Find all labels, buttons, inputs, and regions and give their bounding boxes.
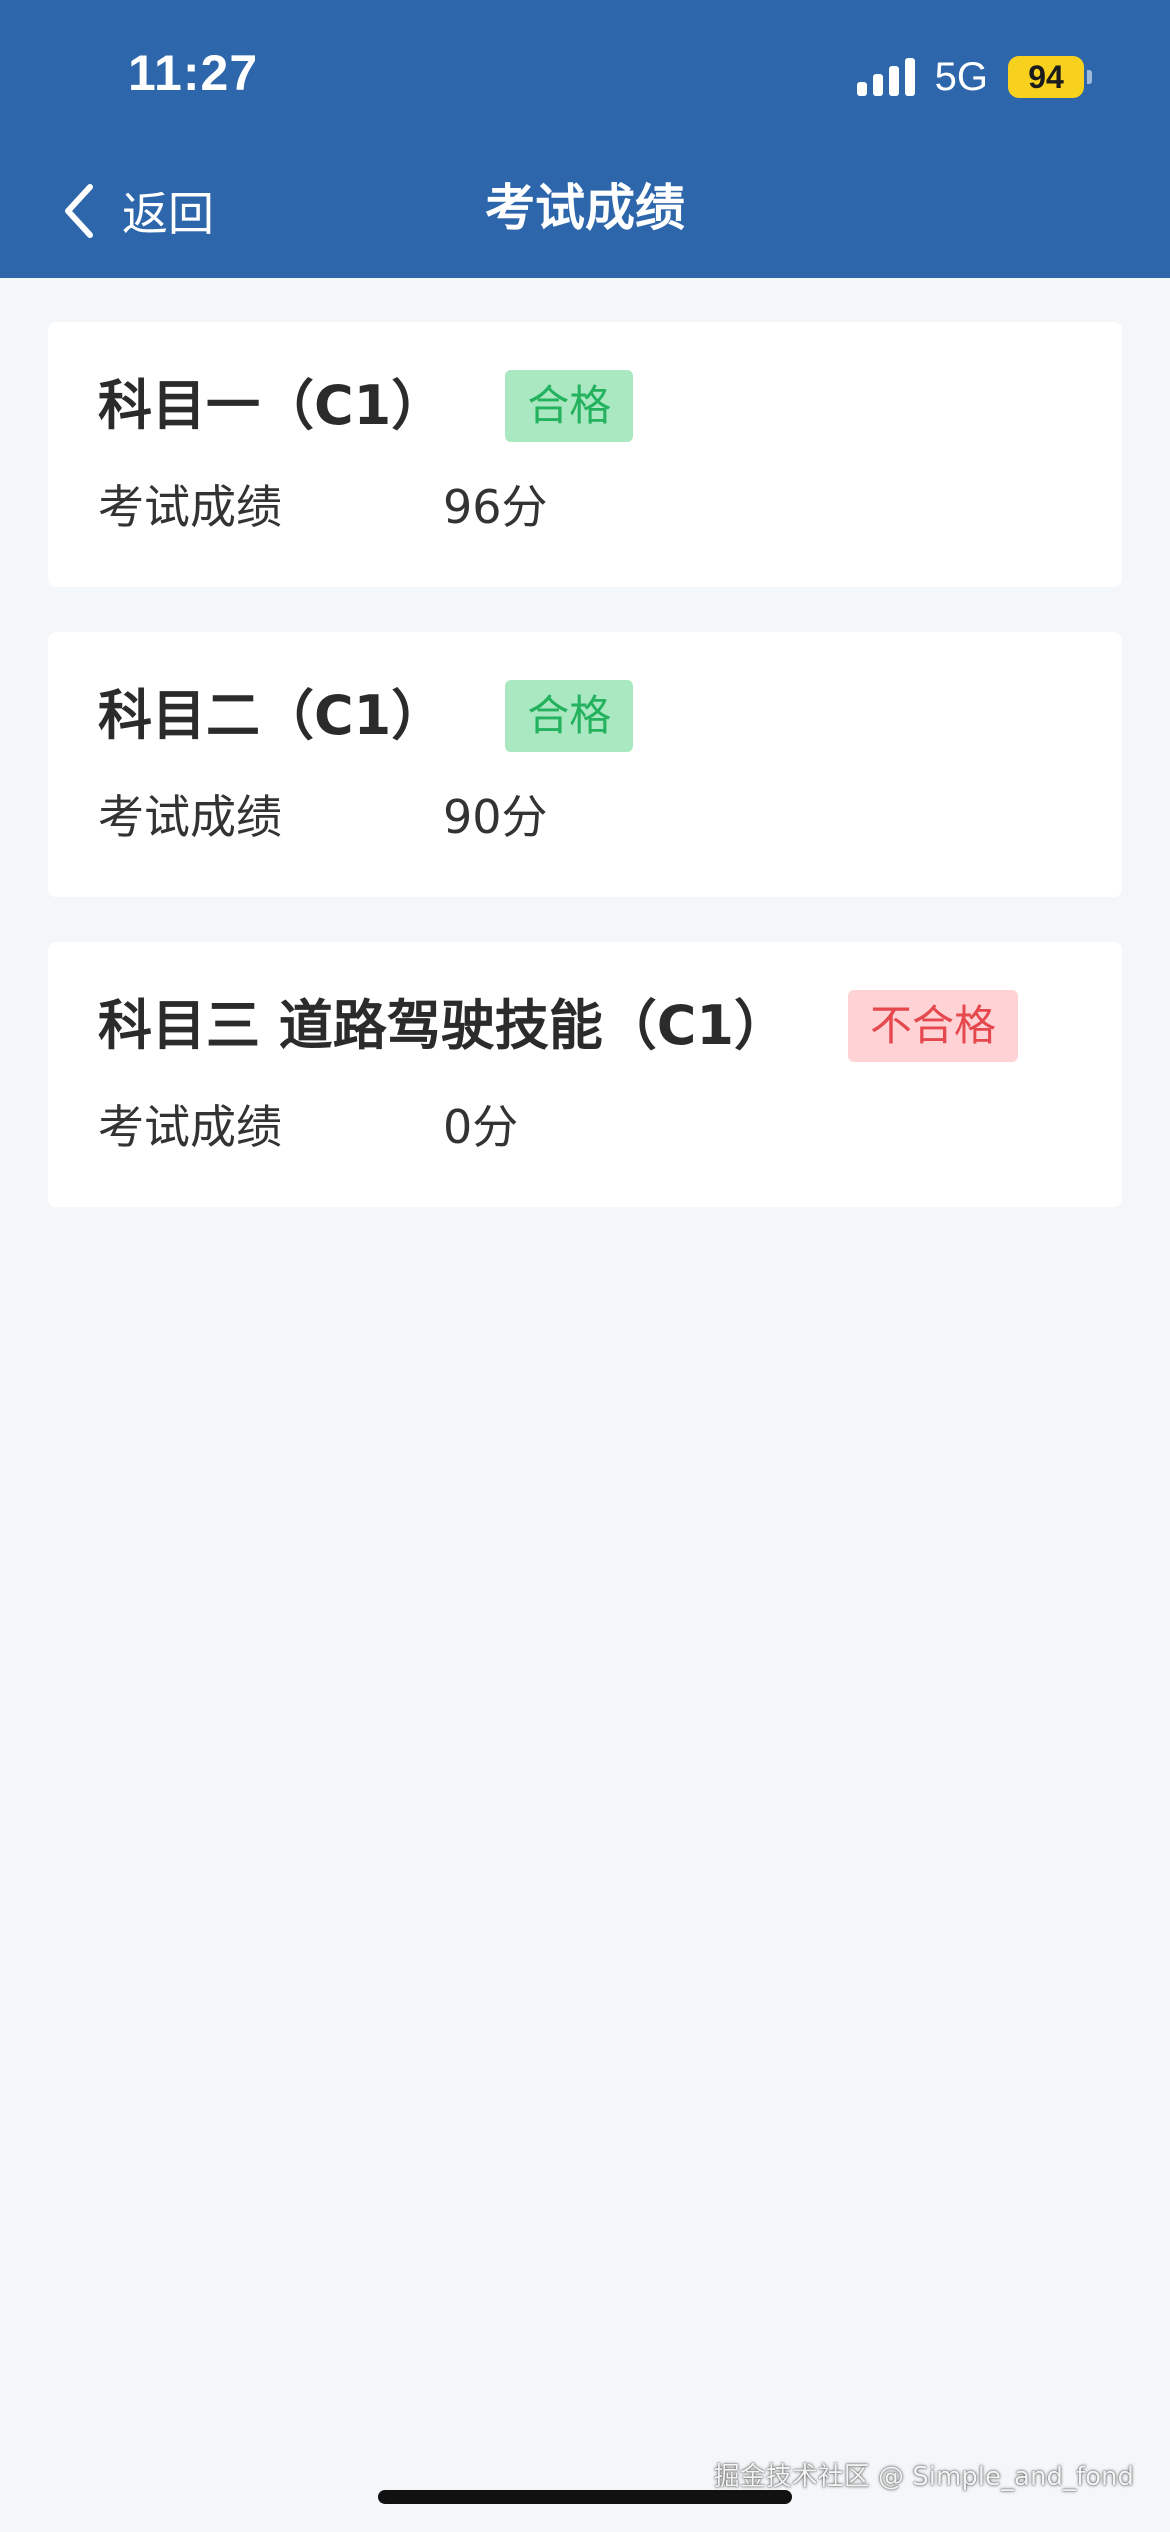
header-bar: 11:27 5G 94 返回 考试成绩 xyxy=(0,0,1170,278)
pass-badge: 合格 xyxy=(505,370,634,442)
score-row: 考试成绩 96分 xyxy=(98,472,548,542)
score-label: 考试成绩 xyxy=(98,480,282,534)
subject-title: 科目二（C1） xyxy=(98,684,446,747)
page-title: 考试成绩 xyxy=(485,179,685,237)
score-row: 考试成绩 0分 xyxy=(98,1092,518,1162)
battery-level: 94 xyxy=(1008,56,1084,98)
cellular-signal-icon xyxy=(856,58,915,96)
status-time: 11:27 xyxy=(128,45,259,101)
fail-badge: 不合格 xyxy=(848,990,1019,1062)
score-label: 考试成绩 xyxy=(98,1100,282,1154)
home-indicator[interactable] xyxy=(378,2490,792,2504)
card-header: 科目一（C1） 合格 xyxy=(98,370,634,442)
result-card[interactable]: 科目一（C1） 合格 考试成绩 96分 xyxy=(48,322,1122,587)
subject-title: 科目三 道路驾驶技能（C1） xyxy=(98,994,789,1057)
status-indicators: 5G 94 xyxy=(856,52,1092,102)
watermark: 掘金技术社区 @ Simple_and_fond xyxy=(713,2462,1134,2492)
result-card[interactable]: 科目三 道路驾驶技能（C1） 不合格 考试成绩 0分 xyxy=(48,942,1122,1207)
subject-title: 科目一（C1） xyxy=(98,374,446,437)
result-card[interactable]: 科目二（C1） 合格 考试成绩 90分 xyxy=(48,632,1122,897)
card-header: 科目三 道路驾驶技能（C1） 不合格 xyxy=(98,990,1019,1062)
battery-tip xyxy=(1087,70,1092,84)
score-value: 96分 xyxy=(443,480,548,534)
score-value: 90分 xyxy=(443,790,548,844)
score-value: 0分 xyxy=(443,1100,519,1154)
score-row: 考试成绩 90分 xyxy=(98,782,548,852)
exam-results-list: 科目一（C1） 合格 考试成绩 96分 科目二（C1） 合格 考试成绩 90分 … xyxy=(48,322,1122,1252)
battery-icon: 94 xyxy=(1008,56,1092,98)
pass-badge: 合格 xyxy=(505,680,634,752)
network-type: 5G xyxy=(934,54,988,99)
card-header: 科目二（C1） 合格 xyxy=(98,680,634,752)
score-label: 考试成绩 xyxy=(98,790,282,844)
